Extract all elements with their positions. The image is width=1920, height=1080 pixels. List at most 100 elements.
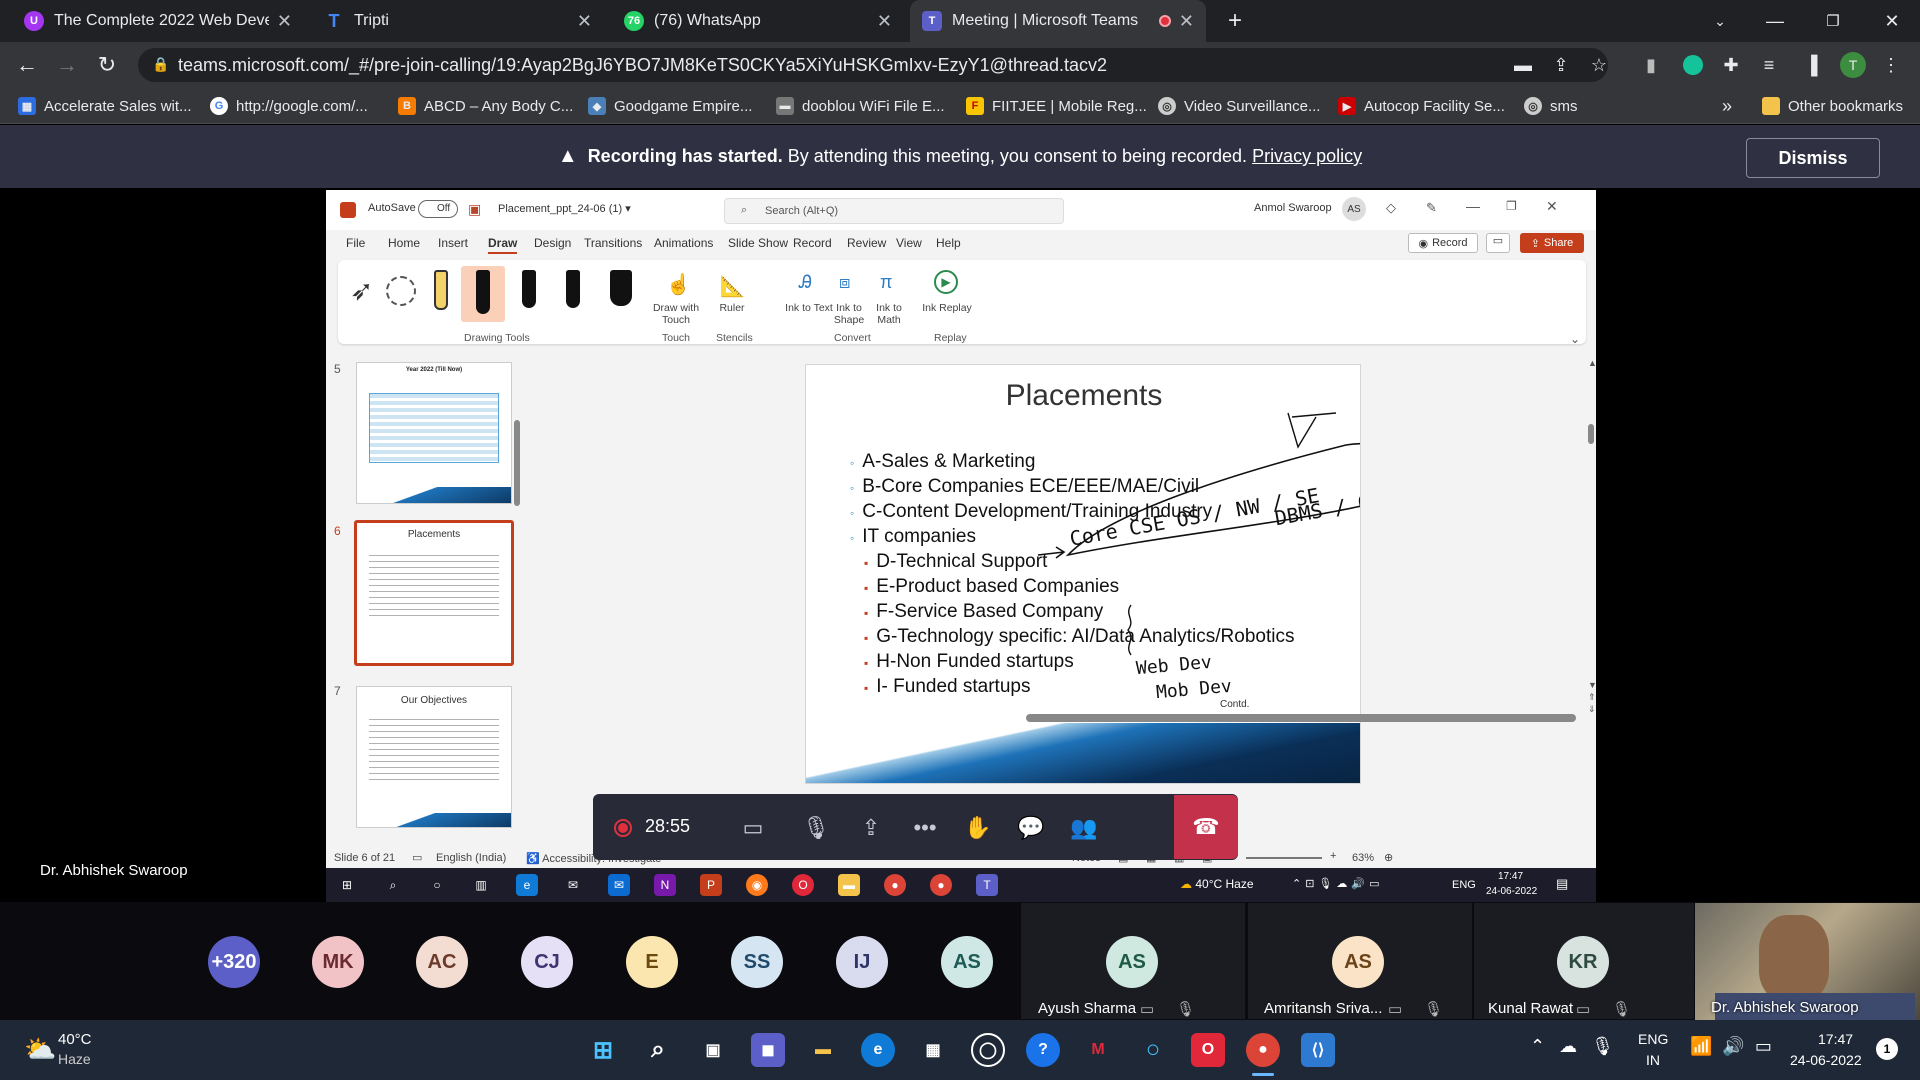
slide-thumbnail-6[interactable]: Placements: [354, 520, 514, 666]
comments-icon[interactable]: ▭: [1486, 233, 1510, 253]
tab-help[interactable]: Help: [936, 236, 961, 250]
collapse-ribbon-icon[interactable]: ⌄: [1570, 332, 1580, 346]
tab-draw[interactable]: Draw: [488, 236, 518, 254]
notification-badge[interactable]: 1: [1876, 1038, 1898, 1060]
tab-whatsapp[interactable]: 76 (76) WhatsApp ✕: [612, 0, 904, 42]
lasso-icon[interactable]: [386, 276, 416, 306]
chrome-taskbar-icon[interactable]: ●: [1246, 1033, 1280, 1067]
bookmark-item[interactable]: F FIITJEE | Mobile Reg...: [966, 94, 1147, 118]
tab-home[interactable]: Home: [388, 236, 420, 250]
spell-check-icon[interactable]: ▭: [412, 851, 422, 864]
store-icon[interactable]: ▦: [916, 1033, 950, 1067]
mcafee-icon[interactable]: M: [1081, 1033, 1115, 1067]
leave-call-button[interactable]: ☎: [1174, 795, 1238, 859]
participant-overflow[interactable]: +320: [208, 936, 260, 988]
close-window-button[interactable]: ✕: [1862, 0, 1920, 42]
start-icon[interactable]: ⊞: [586, 1033, 620, 1067]
side-panel-icon[interactable]: ▐: [1798, 52, 1824, 78]
task-view-icon[interactable]: ▣: [696, 1033, 730, 1067]
minimize-button[interactable]: —: [1745, 0, 1805, 42]
ppt-close-button[interactable]: ✕: [1546, 198, 1558, 215]
pen-black-3-icon[interactable]: [566, 270, 580, 308]
restore-button[interactable]: ❐: [1803, 0, 1863, 42]
pen-black-2-icon[interactable]: [522, 270, 536, 308]
raise-hand-icon[interactable]: ✋: [958, 808, 998, 848]
file-name[interactable]: Placement_ppt_24-06 (1) ▾: [498, 202, 631, 215]
bookmark-item[interactable]: ◎ Video Surveillance...: [1158, 94, 1320, 118]
camera-icon[interactable]: ▬: [1510, 52, 1536, 78]
save-icon[interactable]: ▣: [468, 201, 481, 218]
privacy-policy-link[interactable]: Privacy policy: [1252, 146, 1362, 167]
pen-black-icon[interactable]: [476, 270, 490, 314]
tab-record[interactable]: Record: [793, 236, 832, 250]
teams-chat-icon[interactable]: ◼: [751, 1033, 785, 1067]
draw-with-touch-button[interactable]: Draw with Touch: [646, 302, 706, 326]
tab-slide-show[interactable]: Slide Show: [728, 236, 788, 250]
github-icon[interactable]: ◯: [971, 1033, 1005, 1067]
file-explorer-icon[interactable]: ▬: [806, 1033, 840, 1067]
bookmark-item[interactable]: ▬ dooblou WiFi File E...: [776, 94, 945, 118]
bookmark-item[interactable]: ▶ Autocop Facility Se...: [1338, 94, 1505, 118]
horizontal-scrollbar[interactable]: [1026, 714, 1576, 722]
chat-icon[interactable]: 💬: [1011, 808, 1051, 848]
scroll-up-icon[interactable]: ▲: [1588, 358, 1596, 368]
tab-udemy[interactable]: U The Complete 2022 Web Develop ✕: [12, 0, 304, 42]
clock-time[interactable]: 17:47: [1818, 1031, 1853, 1047]
fit-to-window-icon[interactable]: ⊕: [1384, 851, 1393, 864]
ruler-button[interactable]: Ruler: [712, 302, 752, 314]
tab-search-icon[interactable]: ⌄: [1690, 0, 1750, 42]
next-slide-icon[interactable]: ⇓: [1588, 704, 1596, 715]
tab-view[interactable]: View: [896, 236, 922, 250]
help-icon[interactable]: ?: [1026, 1033, 1060, 1067]
slide-thumbnail-7[interactable]: Our Objectives: [356, 686, 512, 828]
autosave-toggle[interactable]: Off: [418, 200, 458, 218]
participants-icon[interactable]: 👥: [1064, 808, 1104, 848]
mic-off-icon[interactable]: 🎙: [796, 808, 836, 848]
grammarly-icon[interactable]: [1680, 52, 1706, 78]
bookmark-item[interactable]: Ghttp://google.com/...: [210, 94, 368, 118]
close-tab-icon[interactable]: ✕: [577, 11, 592, 32]
extension-icon[interactable]: ▮: [1638, 52, 1664, 78]
thumbs-scrollbar[interactable]: [514, 420, 520, 506]
url-input[interactable]: 🔒 teams.microsoft.com/_#/pre-join-callin…: [138, 48, 1608, 82]
close-tab-icon[interactable]: ✕: [877, 11, 892, 32]
close-tab-icon[interactable]: ✕: [1179, 11, 1194, 32]
edge-icon[interactable]: e: [861, 1033, 895, 1067]
other-bookmarks-folder[interactable]: ▮ Other bookmarks: [1762, 94, 1903, 118]
new-tab-button[interactable]: +: [1216, 0, 1252, 42]
tab-transitions[interactable]: Transitions: [584, 236, 642, 250]
tab-design[interactable]: Design: [534, 236, 571, 250]
search-icon[interactable]: ⌕: [641, 1033, 675, 1067]
user-avatar[interactable]: AS: [1342, 197, 1366, 221]
input-language[interactable]: ENG: [1638, 1031, 1668, 1047]
bookmark-item[interactable]: ▦ Accelerate Sales wit...: [18, 94, 192, 118]
system-tray-icons[interactable]: ⌃☁🎙: [1530, 1036, 1628, 1057]
forward-button[interactable]: →: [52, 50, 82, 80]
presenter-video[interactable]: Dr. Abhishek Swaroop: [1695, 903, 1920, 1020]
zoom-in-icon[interactable]: +: [1330, 850, 1336, 862]
highlighter-pen-icon[interactable]: [434, 270, 448, 310]
share-icon[interactable]: ⇪: [1548, 52, 1574, 78]
prev-slide-icon[interactable]: ⇑: [1588, 692, 1596, 703]
avatar[interactable]: MK: [312, 936, 364, 988]
vscode-icon[interactable]: ⟨⟩: [1301, 1033, 1335, 1067]
ppt-restore-button[interactable]: ❐: [1506, 199, 1517, 213]
avatar[interactable]: AS: [941, 936, 993, 988]
tab-tripti[interactable]: T Tripti ✕: [312, 0, 604, 42]
language-status[interactable]: English (India): [436, 852, 506, 864]
slide-thumbnail-5[interactable]: Year 2022 (Till Now): [356, 362, 512, 504]
back-button[interactable]: ←: [12, 50, 42, 80]
ppt-share-button[interactable]: ⇪ Share: [1520, 233, 1584, 253]
avatar[interactable]: SS: [731, 936, 783, 988]
tab-animations[interactable]: Animations: [654, 236, 713, 250]
avatar[interactable]: AC: [416, 936, 468, 988]
reload-button[interactable]: ↻: [92, 50, 122, 80]
close-tab-icon[interactable]: ✕: [277, 11, 292, 32]
tab-review[interactable]: Review: [847, 236, 886, 250]
dismiss-button[interactable]: Dismiss: [1746, 138, 1880, 178]
zoom-slider[interactable]: [1246, 857, 1322, 859]
bookmark-star-icon[interactable]: ☆: [1586, 52, 1612, 78]
bookmarks-overflow-button[interactable]: »: [1722, 94, 1732, 118]
avatar[interactable]: IJ: [836, 936, 888, 988]
ppt-record-button[interactable]: ◉ Record: [1408, 233, 1478, 253]
